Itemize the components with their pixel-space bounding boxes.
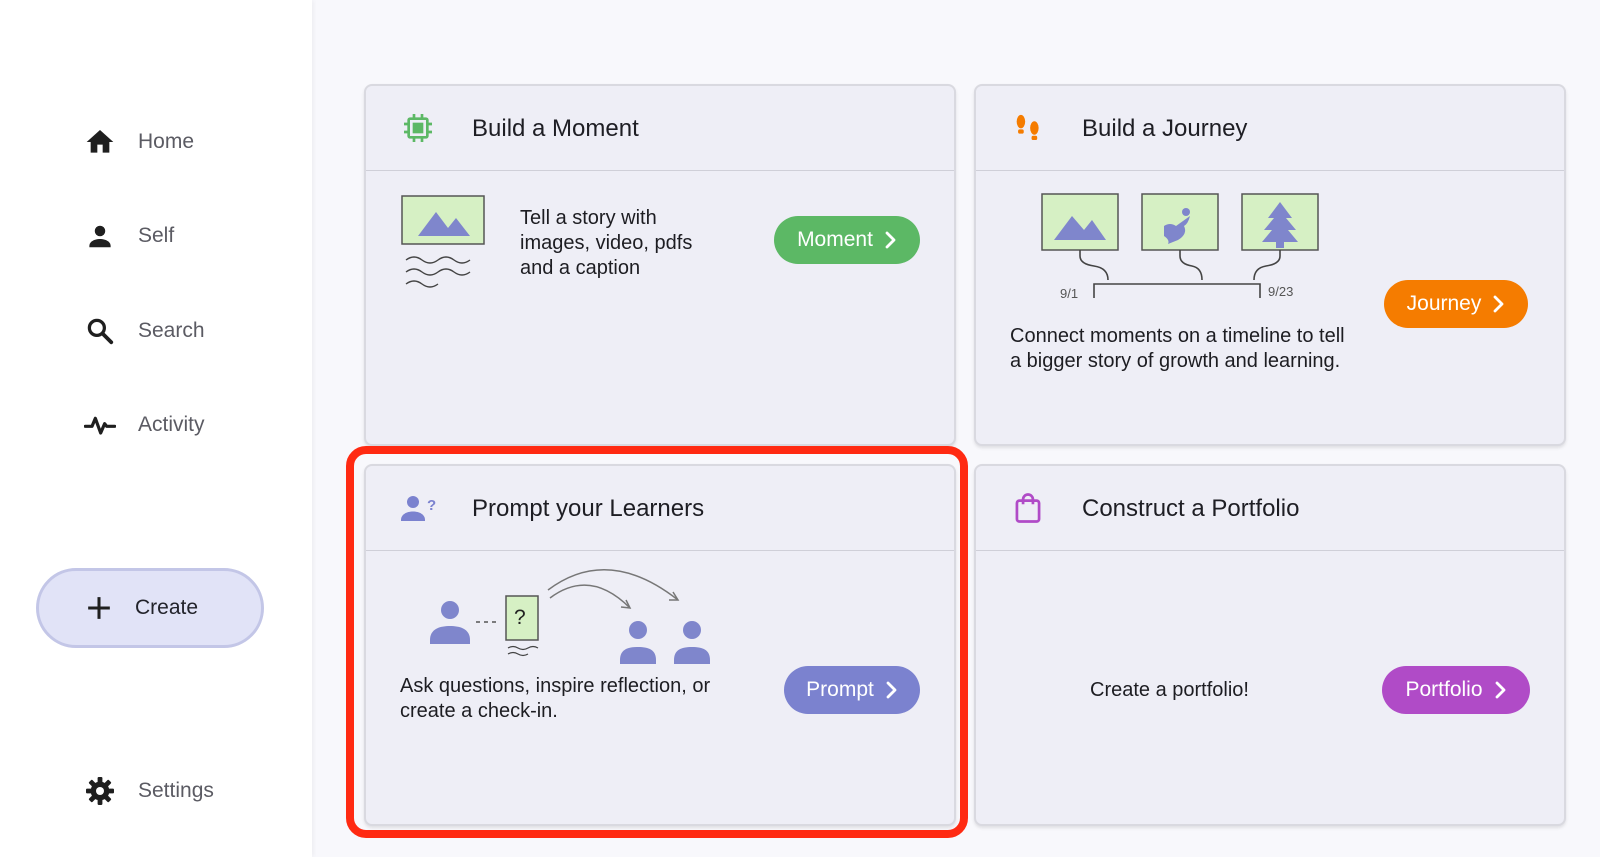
sidebar-item-label: Activity (138, 413, 205, 436)
sidebar-item-settings[interactable]: Settings (84, 771, 214, 811)
sidebar-item-activity[interactable]: Activity (84, 405, 205, 445)
card-title: Build a Journey (1082, 115, 1248, 142)
plus-icon (85, 594, 113, 622)
portfolio-button[interactable]: Portfolio (1382, 666, 1530, 714)
bag-icon (1010, 490, 1046, 526)
home-icon (84, 126, 116, 158)
sidebar-item-label: Home (138, 130, 195, 153)
chevron-right-icon (1495, 681, 1507, 699)
gear-icon (84, 775, 116, 807)
button-label: Moment (797, 228, 873, 251)
sidebar-item-label: Self (138, 224, 175, 247)
person-icon (84, 220, 116, 252)
create-label: Create (135, 596, 199, 619)
button-label: Journey (1406, 292, 1482, 315)
card-build-journey: Build a Journey 9/1 9/23 Connect moments… (974, 84, 1566, 446)
card-construct-portfolio: Construct a Portfolio Create a portfolio… (974, 464, 1566, 826)
activity-icon (84, 409, 116, 441)
sidebar: Home Self Search Activity Create Setting… (0, 0, 312, 857)
card-header: Construct a Portfolio (976, 466, 1564, 551)
card-description: Tell a story with images, video, pdfs an… (520, 207, 693, 279)
card-header: Build a Journey (976, 86, 1564, 171)
chevron-right-icon (885, 231, 897, 249)
journey-timeline-illustration: 9/1 9/23 (1040, 192, 1330, 312)
highlight-annotation (346, 446, 968, 838)
moment-illustration (400, 194, 490, 294)
card-description: Connect moments on a timeline to tell a … (1010, 325, 1345, 372)
sidebar-item-search[interactable]: Search (84, 311, 205, 351)
journey-button[interactable]: Journey (1384, 280, 1528, 328)
button-label: Portfolio (1405, 678, 1483, 701)
card-build-moment: Build a Moment Tell a story with images,… (364, 84, 956, 446)
create-button[interactable]: Create (36, 568, 264, 648)
timeline-end-label: 9/23 (1268, 284, 1294, 299)
moment-button[interactable]: Moment (774, 216, 920, 264)
card-description: Create a portfolio! (1090, 679, 1249, 701)
sidebar-item-home[interactable]: Home (84, 122, 194, 162)
chevron-right-icon (1493, 295, 1505, 313)
card-title: Build a Moment (472, 115, 639, 142)
card-header: Build a Moment (366, 86, 954, 171)
sidebar-item-label: Settings (138, 779, 214, 802)
sidebar-item-self[interactable]: Self (84, 216, 174, 256)
footprints-icon (1010, 110, 1046, 146)
sidebar-item-label: Search (138, 319, 205, 342)
timeline-start-label: 9/1 (1060, 286, 1079, 301)
chip-icon (400, 110, 436, 146)
search-icon (84, 315, 116, 347)
card-title: Construct a Portfolio (1082, 495, 1300, 522)
